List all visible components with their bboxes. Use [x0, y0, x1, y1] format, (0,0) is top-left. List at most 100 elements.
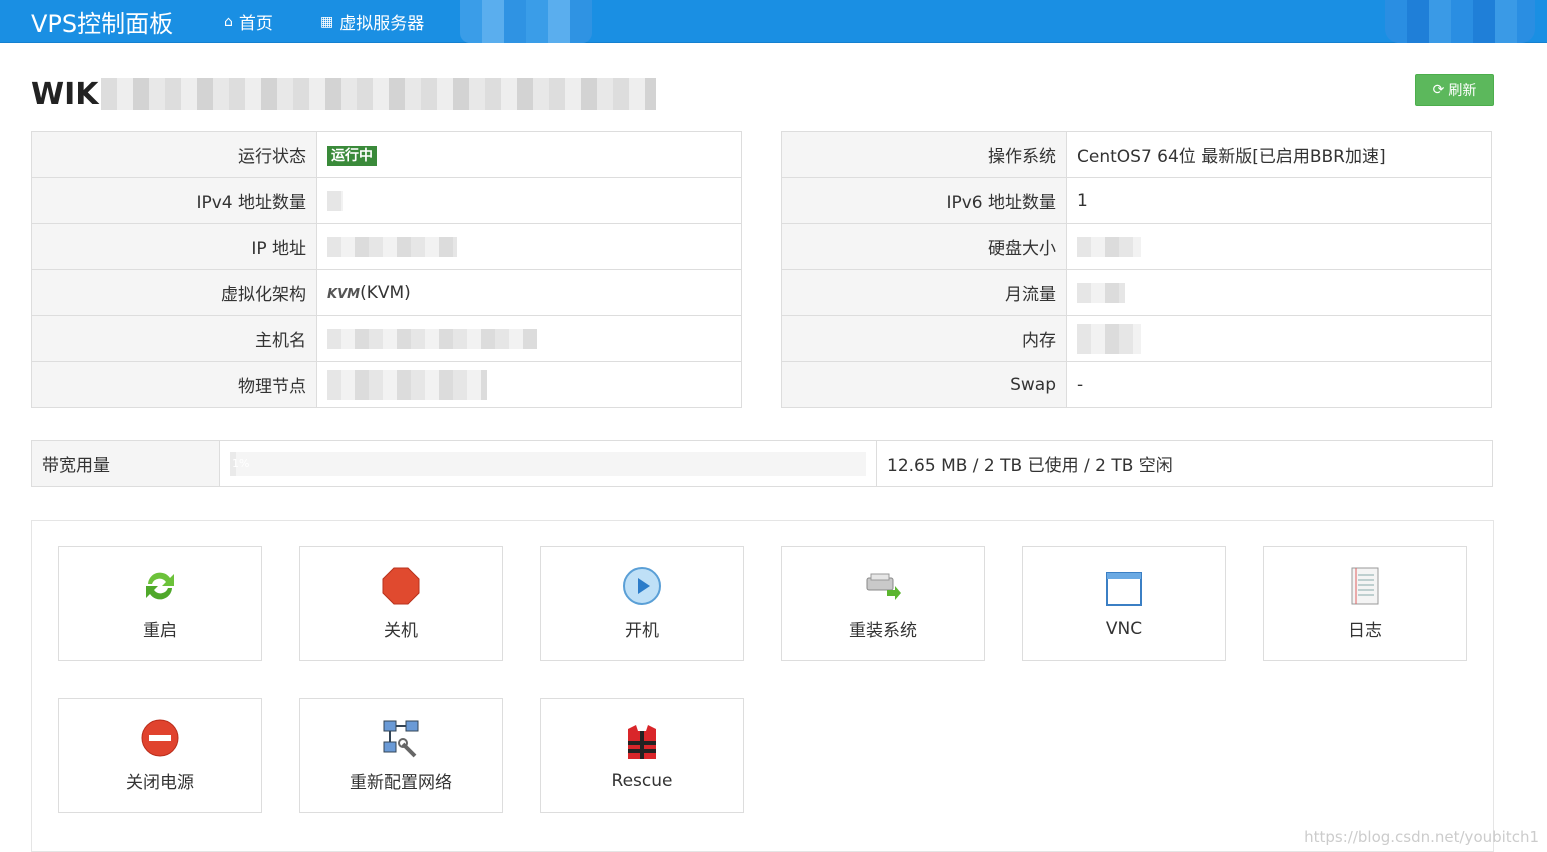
bandwidth-progress-cell: 1% [219, 440, 877, 487]
action-label: Rescue [611, 770, 673, 791]
refresh-label: 刷新 [1448, 83, 1477, 99]
redacted-region [327, 328, 537, 349]
life-vest-icon [628, 724, 656, 759]
action-label: 重装系统 [849, 621, 917, 641]
server-info-table-left: 运行状态 运行中 IPv4 地址数量 IP 地址 虚拟化架构 KVM(KVM) … [31, 131, 742, 408]
redacted-region [1077, 236, 1141, 257]
info-row: 内存 [781, 315, 1492, 362]
power-off-button[interactable]: 关闭电源 [58, 698, 262, 813]
info-value: 运行中 [316, 131, 742, 178]
info-value [316, 177, 742, 224]
info-value [1066, 269, 1492, 316]
refresh-button[interactable]: ⟳ 刷新 [1415, 74, 1494, 106]
actions-panel: 重启 关机 开机 重装系统 VNC 日志 关闭电源 重新配置网络 Rescue [31, 520, 1494, 852]
grid-icon: ▦ [320, 13, 334, 30]
bandwidth-row: 带宽用量 1% 12.65 MB / 2 TB 已使用 / 2 TB 空闲 [31, 440, 1493, 487]
reboot-icon [146, 572, 174, 600]
info-row: IPv4 地址数量 [31, 177, 742, 224]
info-key: 主机名 [31, 315, 317, 362]
info-key: 操作系统 [781, 131, 1067, 178]
info-row: 虚拟化架构 KVM(KVM) [31, 269, 742, 316]
info-key: Swap [781, 361, 1067, 408]
bandwidth-progress-bar: 1% [230, 451, 866, 476]
info-key: 运行状态 [31, 131, 317, 178]
bandwidth-label: 带宽用量 [31, 440, 220, 487]
info-value [316, 315, 742, 362]
info-key: 物理节点 [31, 361, 317, 408]
page-title-row: WIK [31, 74, 656, 114]
top-navbar: VPS控制面板 ⌂ 首页 ▦ 虚拟服务器 [0, 0, 1547, 43]
info-key: 内存 [781, 315, 1067, 362]
window-icon [1106, 571, 1142, 606]
info-key: IP 地址 [31, 223, 317, 270]
info-key: IPv6 地址数量 [781, 177, 1067, 224]
bandwidth-table: 带宽用量 1% 12.65 MB / 2 TB 已使用 / 2 TB 空闲 [31, 440, 1493, 487]
info-row: 月流量 [781, 269, 1492, 316]
info-key: 月流量 [781, 269, 1067, 316]
page-title: WIK [31, 76, 99, 112]
info-row: 物理节点 [31, 361, 742, 408]
nav-virtual-servers[interactable]: ▦ 虚拟服务器 [320, 9, 425, 35]
info-key: IPv4 地址数量 [31, 177, 317, 224]
nav-home-label: 首页 [238, 14, 273, 34]
redacted-region [100, 78, 656, 110]
action-label: 重新配置网络 [350, 773, 452, 793]
info-row: IP 地址 [31, 223, 742, 270]
log-icon [1351, 567, 1379, 605]
kvm-logo: KVM [327, 286, 361, 302]
status-badge: 运行中 [327, 145, 377, 166]
info-value: - [1066, 361, 1492, 408]
redacted-region [1077, 282, 1125, 303]
log-button[interactable]: 日志 [1263, 546, 1467, 661]
server-info-table-right: 操作系统 CentOS7 64位 最新版[已启用BBR加速] IPv6 地址数量… [781, 131, 1492, 408]
nav-servers-label: 虚拟服务器 [339, 14, 425, 34]
redacted-region [327, 369, 487, 400]
action-label: 关机 [384, 621, 418, 641]
info-row: 主机名 [31, 315, 742, 362]
power-on-button[interactable]: 开机 [540, 546, 744, 661]
action-label: VNC [1105, 618, 1143, 639]
play-icon [623, 567, 661, 605]
redacted-region [1385, 0, 1535, 43]
info-row: 操作系统 CentOS7 64位 最新版[已启用BBR加速] [781, 131, 1492, 178]
network-icon [383, 720, 419, 758]
brand-title[interactable]: VPS控制面板 [31, 4, 173, 39]
info-row: Swap - [781, 361, 1492, 408]
info-value: CentOS7 64位 最新版[已启用BBR加速] [1066, 131, 1492, 178]
virtualization-value: (KVM) [360, 282, 411, 303]
info-value [1066, 315, 1492, 362]
info-key: 硬盘大小 [781, 223, 1067, 270]
info-key: 虚拟化架构 [31, 269, 317, 316]
vnc-button[interactable]: VNC [1022, 546, 1226, 661]
nav-home[interactable]: ⌂ 首页 [224, 9, 273, 35]
home-icon: ⌂ [224, 13, 233, 30]
bandwidth-progress-fill: 1% [230, 451, 249, 476]
watermark: https://blog.csdn.net/youbitch1 [1304, 828, 1539, 846]
info-row: 硬盘大小 [781, 223, 1492, 270]
action-label: 开机 [625, 621, 659, 641]
rescue-button[interactable]: Rescue [540, 698, 744, 813]
info-row: IPv6 地址数量 1 [781, 177, 1492, 224]
info-row: 运行状态 运行中 [31, 131, 742, 178]
stop-icon [382, 567, 420, 605]
refresh-icon: ⟳ [1432, 82, 1445, 98]
bandwidth-usage: 12.65 MB / 2 TB 已使用 / 2 TB 空闲 [876, 440, 1493, 487]
reboot-button[interactable]: 重启 [58, 546, 262, 661]
action-label: 关闭电源 [126, 773, 194, 793]
info-value [316, 223, 742, 270]
redacted-region [460, 0, 592, 43]
redacted-region [327, 190, 343, 211]
reconfigure-network-button[interactable]: 重新配置网络 [299, 698, 503, 813]
redacted-region [1077, 323, 1141, 354]
info-value [1066, 223, 1492, 270]
info-value: 1 [1066, 177, 1492, 224]
action-label: 重启 [143, 621, 177, 641]
info-value [316, 361, 742, 408]
info-value: KVM(KVM) [316, 269, 742, 316]
reinstall-os-button[interactable]: 重装系统 [781, 546, 985, 661]
shutdown-button[interactable]: 关机 [299, 546, 503, 661]
redacted-region [327, 236, 457, 257]
reinstall-icon [866, 573, 901, 600]
no-entry-icon [141, 719, 179, 757]
action-label: 日志 [1348, 621, 1382, 641]
